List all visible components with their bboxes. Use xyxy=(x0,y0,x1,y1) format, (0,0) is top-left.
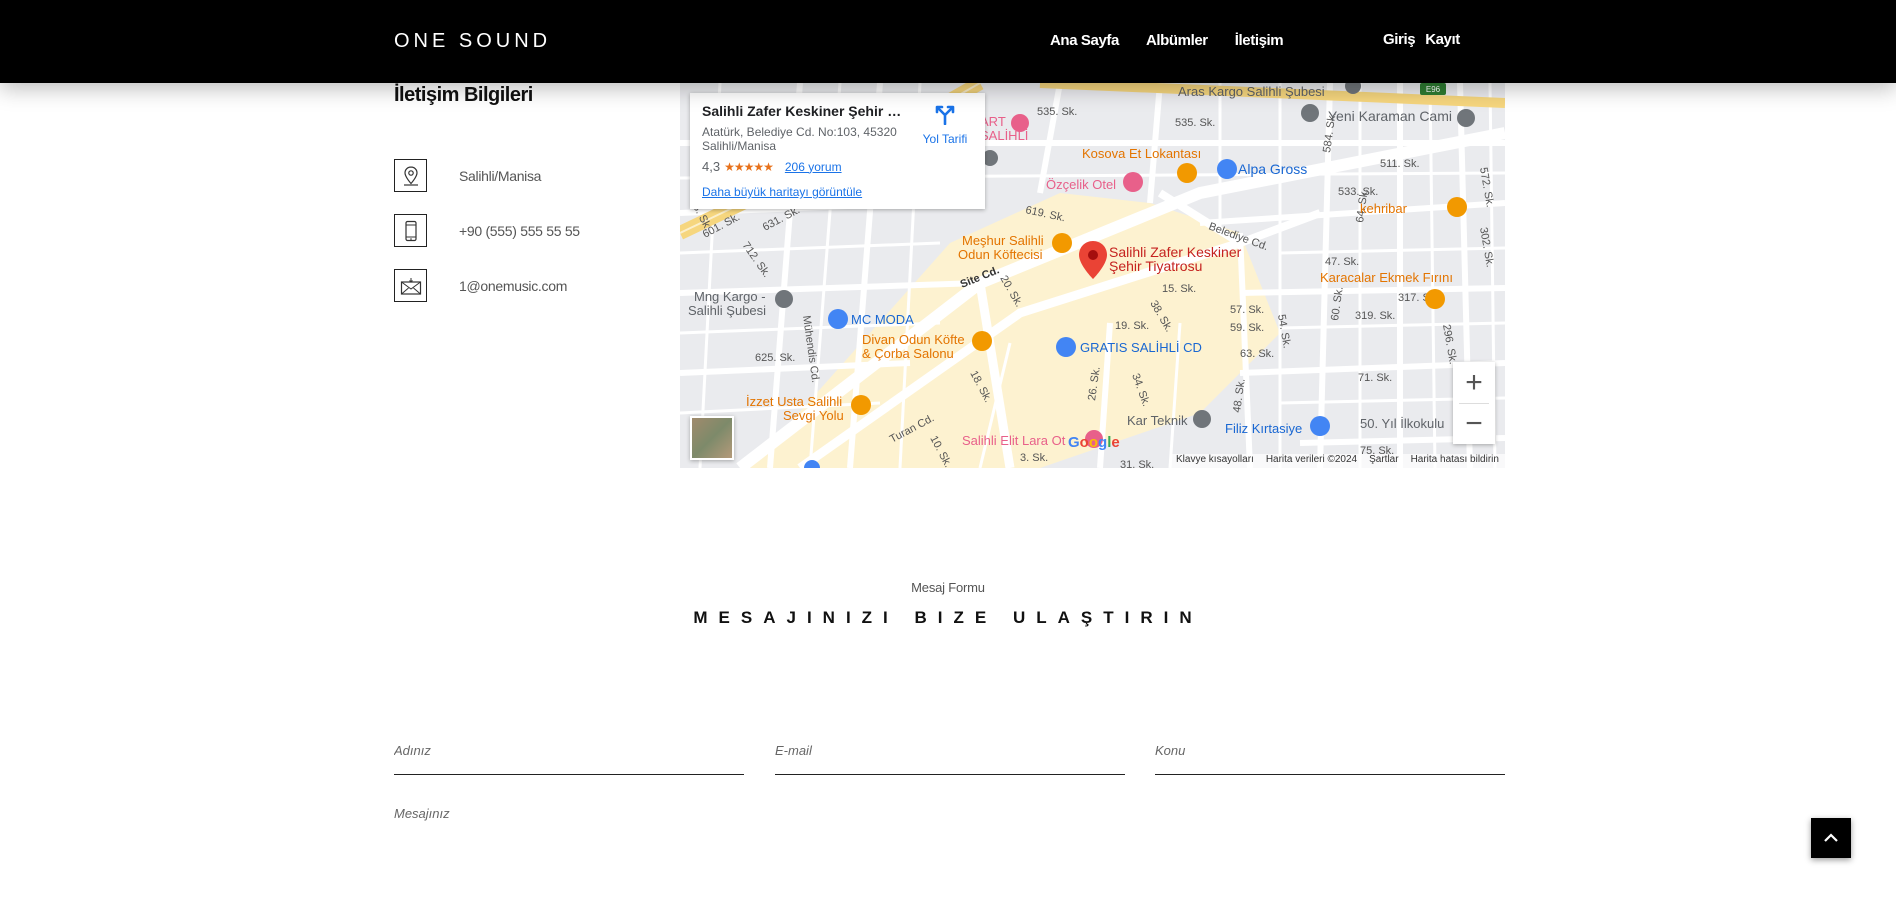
poi-filiz: Filiz Kırtasiye xyxy=(1225,421,1302,436)
directions-label: Yol Tarifi xyxy=(922,132,968,146)
street-31: 31. Sk. xyxy=(1120,459,1154,468)
larger-map-link[interactable]: Daha büyük haritayı görüntüle xyxy=(702,185,862,199)
street-59: 59. Sk. xyxy=(1230,322,1264,334)
zoom-divider xyxy=(1459,403,1489,404)
keyboard-shortcuts-link[interactable]: Klavye kısayolları xyxy=(1176,454,1254,468)
phone-icon xyxy=(394,214,427,247)
street-319: 319. Sk. xyxy=(1355,310,1395,322)
phone-text: +90 (555) 555 55 55 xyxy=(459,222,580,239)
street-15: 15. Sk. xyxy=(1162,283,1196,295)
map-zoom-controls: + − xyxy=(1453,362,1495,444)
chevron-up-icon xyxy=(1824,833,1838,842)
email-row: 1@onemusic.com xyxy=(394,269,567,302)
location-row: Salihli/Manisa xyxy=(394,159,541,192)
street-57: 57. Sk. xyxy=(1230,304,1264,316)
form-title: MESAJINIZI BIZE ULAŞTIRIN xyxy=(693,608,1203,627)
back-to-top-button[interactable] xyxy=(1811,818,1851,858)
satellite-toggle-button[interactable] xyxy=(690,416,734,460)
google-logo: Google xyxy=(1068,434,1120,451)
auth-links: Giriş Kayıt xyxy=(1383,31,1460,48)
form-subtitle: Mesaj Formu xyxy=(911,580,985,595)
street-535b: 535. Sk. xyxy=(1175,117,1215,129)
poi-mng-2: Salihli Şubesi xyxy=(688,303,766,318)
report-error-link[interactable]: Harita hatası bildirin xyxy=(1411,454,1499,468)
map-label-e96: E96 xyxy=(1426,85,1441,94)
email-field xyxy=(775,742,1125,775)
street-3: 3. Sk. xyxy=(1020,452,1048,464)
message-textarea[interactable] xyxy=(394,806,1505,896)
directions-button[interactable]: Yol Tarifi xyxy=(912,105,978,146)
register-link[interactable]: Kayıt xyxy=(1425,31,1460,48)
street-47: 47. Sk. xyxy=(1325,256,1359,268)
poi-ilkokul: 50. Yıl İlkokulu xyxy=(1360,416,1444,431)
zoom-in-button[interactable]: + xyxy=(1453,362,1495,403)
poi-theatre-2: Şehir Tiyatrosu xyxy=(1109,258,1202,274)
main-nav: Ana Sayfa Albümler İletişim xyxy=(1050,32,1284,49)
place-rating: 4,3 ★★★★★ 206 yorum xyxy=(702,159,842,174)
map-pin-icon xyxy=(394,159,427,192)
place-title: Salihli Zafer Keskiner Şehir Ti... xyxy=(702,103,902,119)
name-input[interactable] xyxy=(394,743,744,758)
poi-alpa-gross: Alpa Gross xyxy=(1238,161,1307,177)
star-rating-icon: ★★★★★ xyxy=(724,159,774,174)
poi-mc-moda: MC MODA xyxy=(851,312,914,327)
street-63: 63. Sk. xyxy=(1240,348,1274,360)
poi-kosova-et: Kosova Et Lokantası xyxy=(1082,146,1201,161)
nav-home[interactable]: Ana Sayfa xyxy=(1050,32,1119,49)
email-text: 1@onemusic.com xyxy=(459,277,568,294)
poi-kehribar: kehribar xyxy=(1360,201,1408,216)
poi-karacalar: Karacalar Ekmek Fırını xyxy=(1320,270,1453,285)
directions-icon xyxy=(935,105,955,126)
zoom-out-button[interactable]: − xyxy=(1453,403,1495,444)
subject-field xyxy=(1155,742,1505,775)
terms-link[interactable]: Şartlar xyxy=(1369,454,1398,468)
place-address: Atatürk, Belediye Cd. No:103, 45320 Sali… xyxy=(702,125,897,153)
site-header: ONE SOUND Ana Sayfa Albümler İletişim Gi… xyxy=(0,0,1896,83)
poi-ozcelik-otel: Özçelik Otel xyxy=(1046,177,1116,192)
nav-contact[interactable]: İletişim xyxy=(1235,32,1284,49)
street-71: 71. Sk. xyxy=(1358,372,1392,384)
reviews-link[interactable]: 206 yorum xyxy=(785,160,842,174)
poi-izzet-1: İzzet Usta Salihli xyxy=(746,394,842,409)
poi-divan-1: Divan Odun Köfte xyxy=(862,332,965,347)
poi-aras-kargo: Aras Kargo Salihli Şubesi xyxy=(1178,84,1325,99)
street-535a: 535. Sk. xyxy=(1037,106,1077,118)
poi-gratis: GRATIS SALİHLİ CD xyxy=(1080,340,1202,355)
location-text: Salihli/Manisa xyxy=(459,167,542,184)
subject-input[interactable] xyxy=(1155,743,1505,758)
envelope-icon xyxy=(394,269,427,302)
rating-value: 4,3 xyxy=(702,159,721,174)
map-data-notice: Harita verileri ©2024 xyxy=(1265,454,1358,465)
message-field xyxy=(394,806,1505,906)
map-place-card: Salihli Zafer Keskiner Şehir Ti... Atatü… xyxy=(690,93,985,209)
poi-divan-2: & Çorba Salonu xyxy=(862,346,954,361)
poi-izzet-2: Sevgi Yolu xyxy=(783,408,844,423)
contact-title: İletişim Bilgileri xyxy=(394,84,533,106)
poi-meshur-1: Meşhur Salihli xyxy=(962,233,1044,248)
poi-meshur-2: Odun Köftecisi xyxy=(958,247,1043,262)
poi-kar-teknik: Kar Teknik xyxy=(1127,413,1188,428)
email-input[interactable] xyxy=(775,743,1125,758)
street-625: 625. Sk. xyxy=(755,352,795,364)
map-footer: Klavye kısayolları Harita verileri ©2024… xyxy=(1170,454,1505,468)
nav-albums[interactable]: Albümler xyxy=(1146,32,1208,49)
name-field xyxy=(394,742,744,775)
phone-row: +90 (555) 555 55 55 xyxy=(394,214,580,247)
street-19: 19. Sk. xyxy=(1115,320,1149,332)
login-link[interactable]: Giriş xyxy=(1383,31,1416,48)
poi-yeni-karaman-cami: Yeni Karaman Cami xyxy=(1328,108,1452,124)
poi-mng-1: Mng Kargo - xyxy=(694,289,766,304)
street-511: 511. Sk. xyxy=(1380,158,1420,170)
site-logo[interactable]: ONE SOUND xyxy=(394,30,551,53)
poi-elit-lara: Salihli Elit Lara Ot xyxy=(962,433,1066,448)
